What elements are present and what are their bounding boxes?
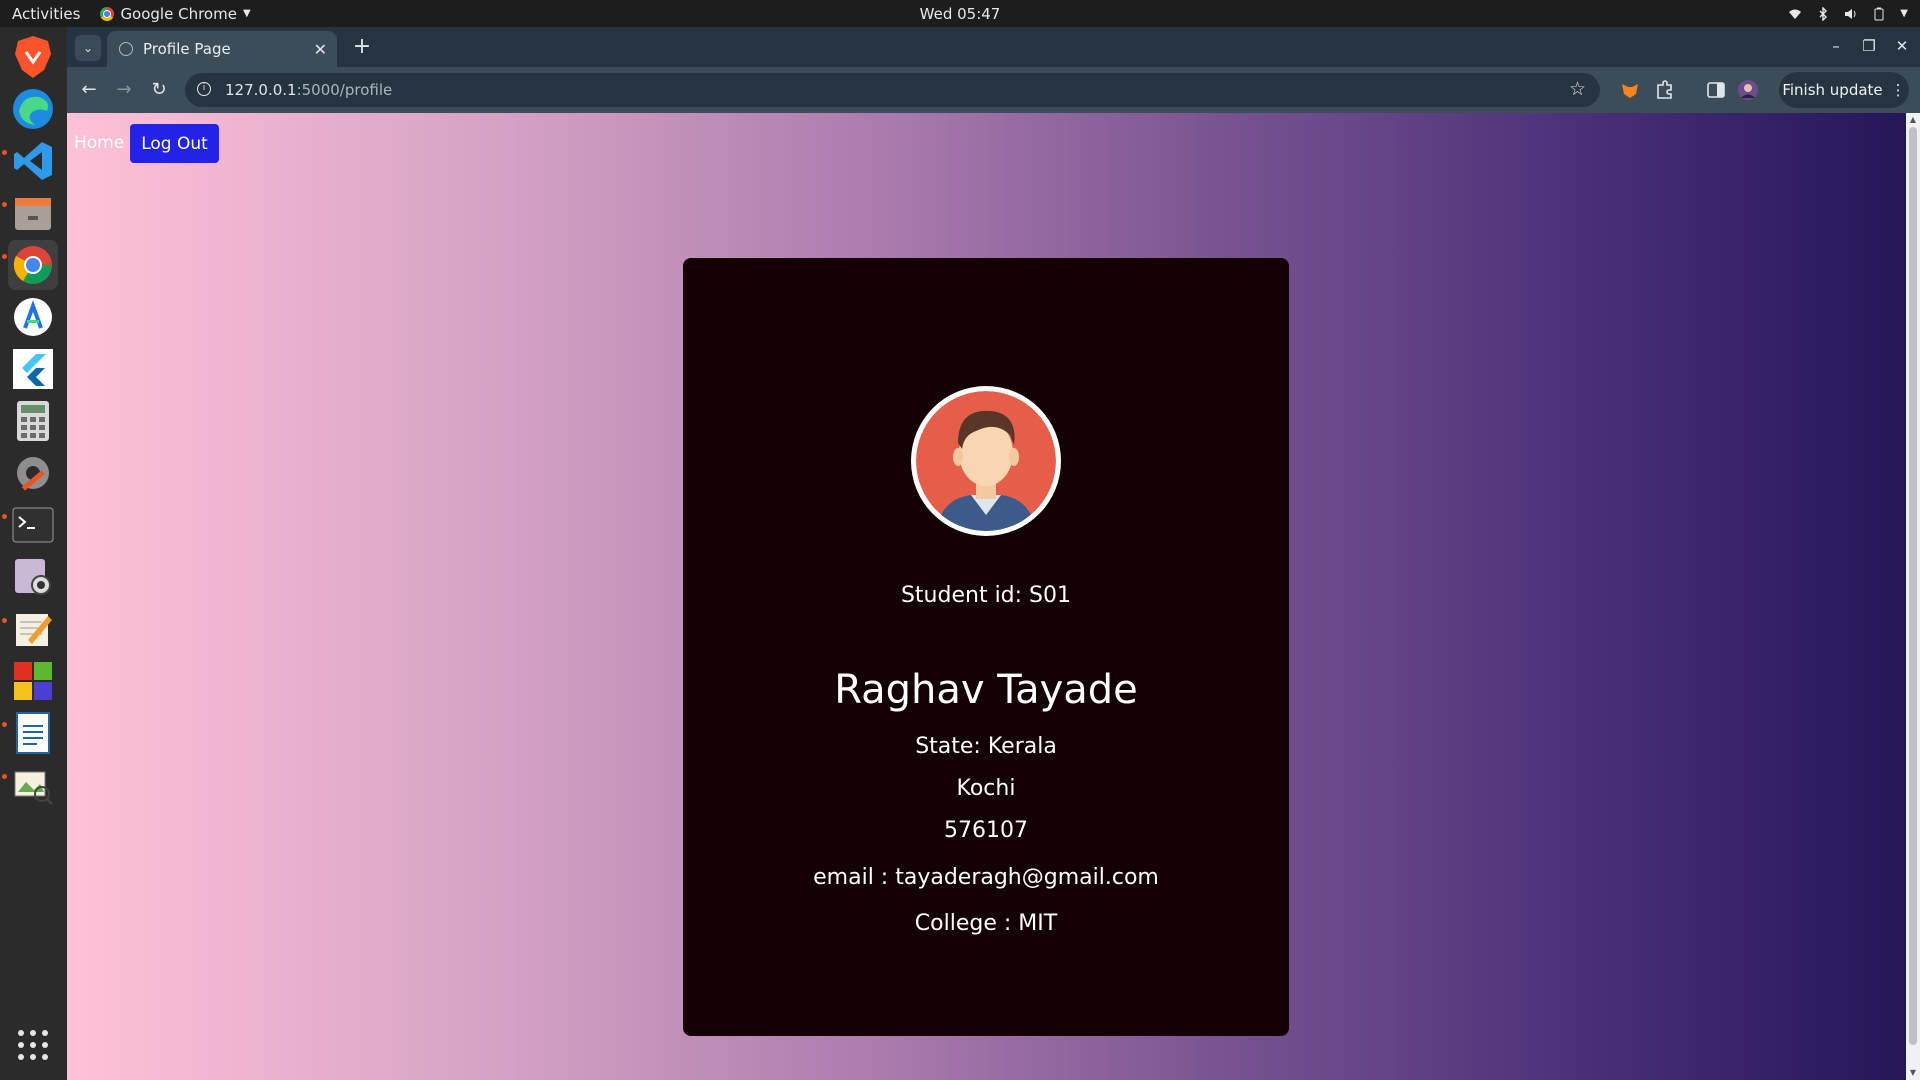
- running-indicator: [2, 722, 7, 727]
- running-indicator: [2, 254, 7, 259]
- caret-down-icon: ▼: [1900, 8, 1908, 19]
- chrome-dock-icon[interactable]: [8, 240, 58, 290]
- bluetooth-icon: [1819, 6, 1828, 21]
- student-city: Kochi: [956, 776, 1016, 801]
- writer-icon[interactable]: [8, 708, 58, 758]
- system-top-bar: Activities Google Chrome ▼ Wed 05:47 ▼: [0, 0, 1920, 27]
- bookmark-star-icon[interactable]: ☆: [1569, 78, 1586, 100]
- wifi-icon: [1789, 9, 1802, 19]
- extensions-puzzle-icon[interactable]: [1654, 79, 1676, 101]
- user-avatar-icon: [916, 391, 1056, 531]
- student-name: Raghav Tayade: [834, 667, 1138, 713]
- back-icon[interactable]: ←: [77, 78, 101, 102]
- reload-icon[interactable]: ↻: [147, 78, 171, 102]
- chrome-icon: [100, 6, 115, 21]
- student-pincode: 576107: [944, 818, 1028, 843]
- scroll-down-arrow-icon[interactable]: ▼: [1906, 1066, 1920, 1080]
- page-viewport: Home Log Out Student id: S01 Raghav Taya…: [67, 113, 1920, 1080]
- activities-button[interactable]: Activities: [12, 5, 80, 23]
- minimize-icon[interactable]: –: [1826, 37, 1846, 55]
- android-studio-icon[interactable]: [8, 292, 58, 342]
- tab-strip: ⌄ Profile Page ✕ + – ❐ ✕: [67, 27, 1920, 67]
- dock: [0, 27, 67, 1080]
- flutter-icon[interactable]: [8, 344, 58, 394]
- vscode-icon[interactable]: [8, 136, 58, 186]
- battery-icon: [1874, 7, 1884, 20]
- home-link[interactable]: Home: [74, 133, 124, 153]
- running-indicator: [2, 514, 7, 519]
- logout-button[interactable]: Log Out: [130, 124, 219, 163]
- volume-icon: [1845, 8, 1856, 19]
- app-menu[interactable]: Google Chrome ▼: [100, 4, 251, 23]
- url-host: 127.0.0.1: [225, 81, 297, 99]
- system-tray[interactable]: ▼: [1788, 0, 1908, 27]
- edge-icon[interactable]: [8, 84, 58, 134]
- page-scrollbar[interactable]: ▲ ▼: [1906, 113, 1920, 1080]
- metamask-extension-icon[interactable]: [1619, 79, 1641, 101]
- close-tab-icon[interactable]: ✕: [314, 40, 327, 59]
- restore-icon[interactable]: ❐: [1859, 37, 1879, 55]
- calculator-icon[interactable]: [8, 396, 58, 446]
- clock[interactable]: Wed 05:47: [0, 5, 1920, 23]
- forward-icon[interactable]: →: [112, 78, 136, 102]
- scroll-thumb[interactable]: [1909, 127, 1917, 1045]
- address-bar[interactable]: i 127.0.0.1:5000/profile ☆: [185, 73, 1600, 107]
- image-viewer-icon[interactable]: [8, 760, 58, 810]
- student-state: State: Kerala: [915, 734, 1057, 759]
- student-email: email : tayaderagh@gmail.com: [813, 865, 1159, 890]
- student-id: Student id: S01: [900, 583, 1072, 608]
- avatar: [911, 386, 1061, 536]
- caret-down-icon: ▼: [242, 8, 251, 19]
- globe-icon: [119, 42, 133, 56]
- brave-icon[interactable]: [8, 32, 58, 82]
- chevron-down-icon: ⌄: [82, 41, 94, 55]
- app-menu-label: Google Chrome: [120, 4, 237, 23]
- running-indicator: [2, 774, 7, 779]
- running-indicator: [2, 618, 7, 623]
- running-indicator: [2, 202, 7, 207]
- tab-profile-page[interactable]: Profile Page ✕: [107, 31, 337, 67]
- finish-update-button[interactable]: Finish update ⋮: [1779, 72, 1909, 108]
- finish-update-label: Finish update: [1782, 81, 1883, 99]
- app-grid-icon[interactable]: [8, 1020, 58, 1070]
- text-editor-icon[interactable]: [8, 604, 58, 654]
- settings-icon[interactable]: [8, 448, 58, 498]
- close-window-icon[interactable]: ✕: [1892, 37, 1912, 55]
- tab-title: Profile Page: [143, 40, 231, 58]
- site-info-icon[interactable]: i: [197, 82, 211, 96]
- browser-toolbar: ← → ↻ i 127.0.0.1:5000/profile ☆ Finish …: [67, 67, 1920, 113]
- scroll-up-arrow-icon[interactable]: ▲: [1906, 113, 1920, 127]
- new-tab-button[interactable]: +: [349, 35, 375, 61]
- vm-icon[interactable]: [8, 656, 58, 706]
- screenshot-icon[interactable]: [8, 552, 58, 602]
- terminal-icon[interactable]: [8, 500, 58, 550]
- files-icon[interactable]: [8, 188, 58, 238]
- profile-card: Student id: S01 Raghav Tayade State: Ker…: [683, 258, 1289, 1036]
- tab-search-button[interactable]: ⌄: [75, 35, 101, 61]
- url-text: 127.0.0.1:5000/profile: [225, 81, 392, 99]
- profile-avatar-icon[interactable]: [1737, 79, 1759, 101]
- student-college: College : MIT: [914, 911, 1058, 936]
- url-path: :5000/profile: [296, 81, 393, 99]
- kebab-menu-icon: ⋮: [1890, 81, 1906, 99]
- running-indicator: [2, 150, 7, 155]
- side-panel-icon[interactable]: [1705, 79, 1727, 101]
